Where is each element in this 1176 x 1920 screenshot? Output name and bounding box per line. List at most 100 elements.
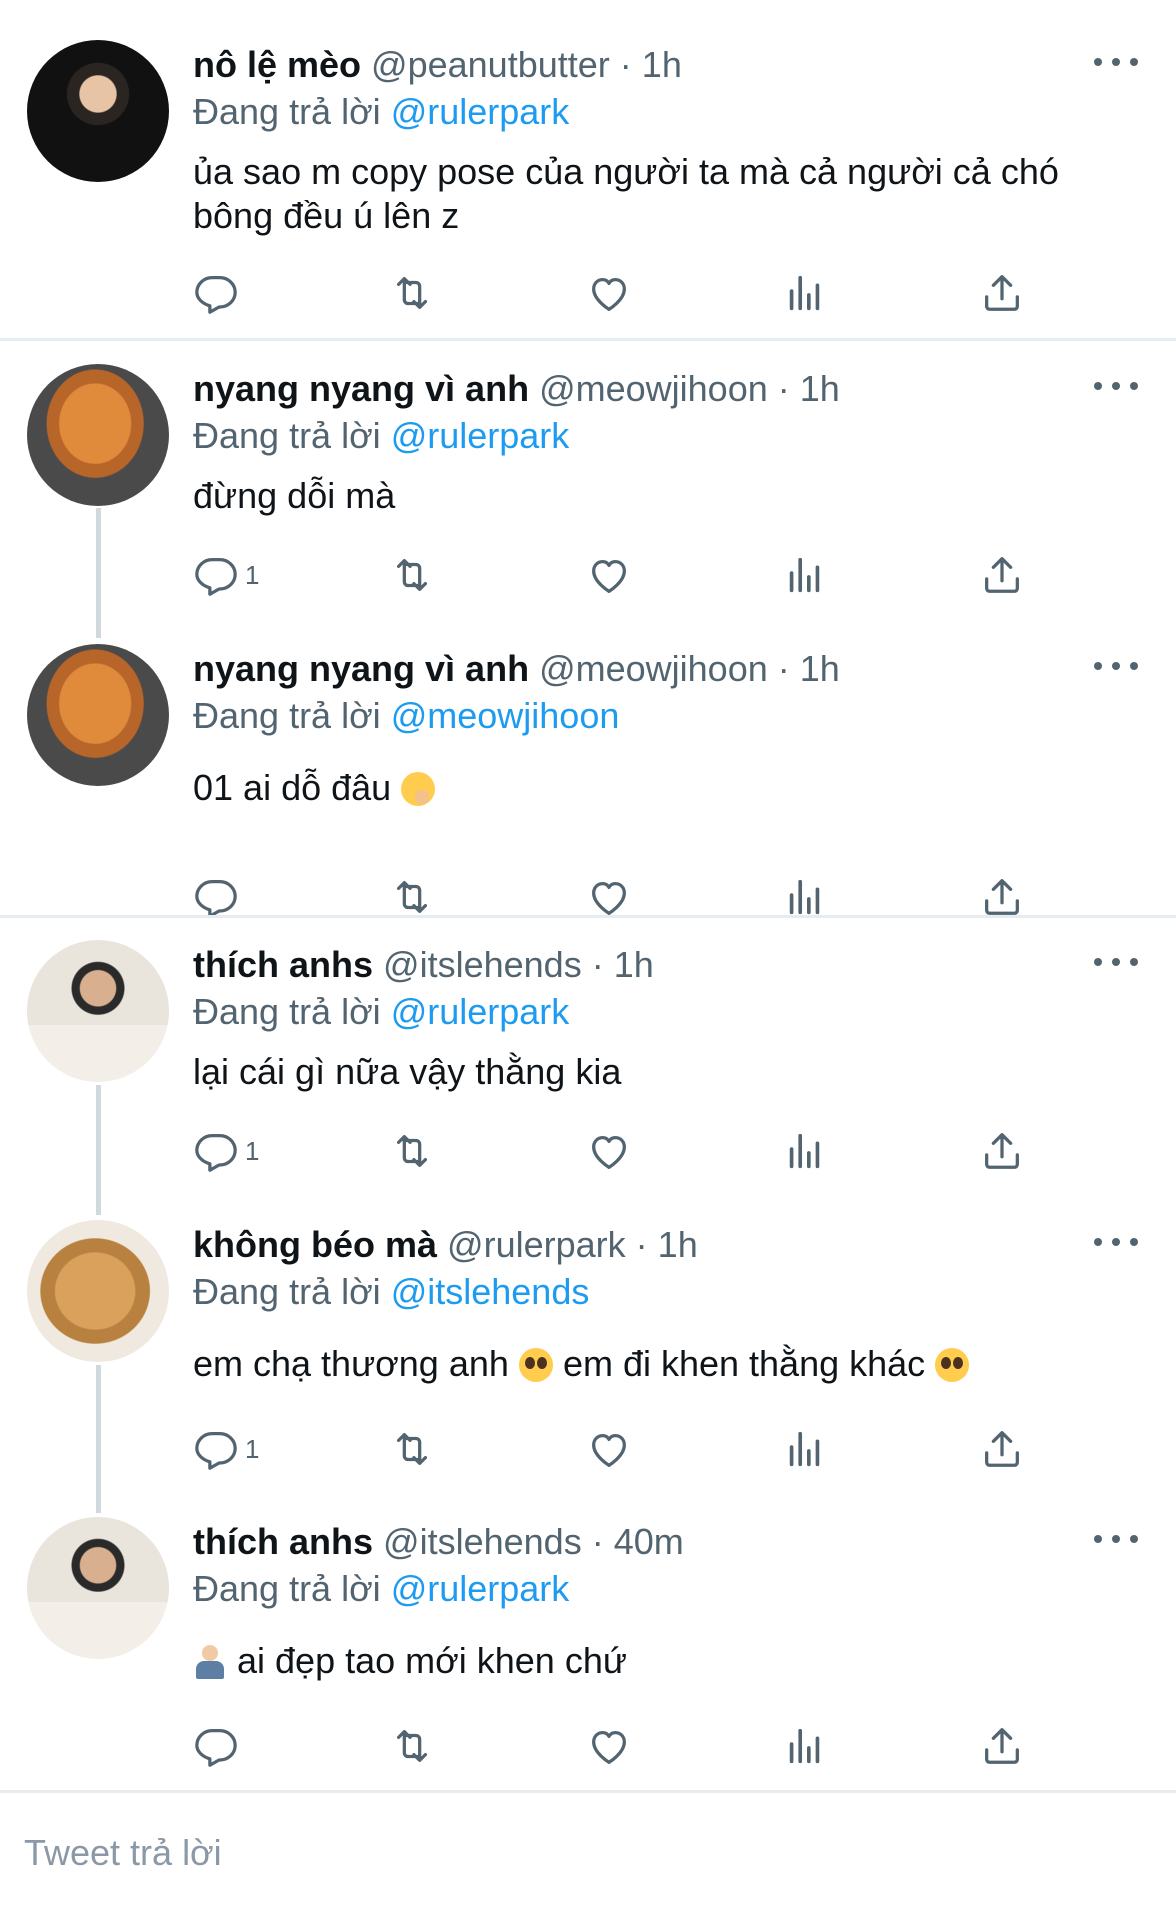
handle[interactable]: @meowjihoon (539, 368, 768, 409)
like-button[interactable] (586, 1126, 632, 1176)
timestamp[interactable]: 1h (658, 1224, 698, 1265)
tweet-text: 01 ai dỗ đâu (193, 766, 1123, 810)
retweet-button[interactable] (389, 1424, 435, 1474)
orange-cat-avatar[interactable] (27, 644, 169, 786)
reply-icon (193, 1426, 239, 1472)
timestamp[interactable]: 1h (642, 44, 682, 85)
analytics-button[interactable] (782, 1424, 828, 1474)
replying-to: Đang trả lời @rulerpark (193, 991, 570, 1032)
more-icon[interactable] (1094, 952, 1138, 972)
handle[interactable]: @rulerpark (447, 1224, 626, 1265)
like-button[interactable] (586, 268, 632, 318)
analytics-icon (782, 1128, 828, 1174)
person-shrugging-emoji (193, 1645, 227, 1679)
action-bar (193, 268, 1053, 318)
timestamp[interactable]: 1h (614, 944, 654, 985)
face-with-hand-over-mouth-emoji (401, 772, 436, 806)
timestamp[interactable]: 1h (800, 368, 840, 409)
more-icon[interactable] (1094, 376, 1138, 396)
retweet-button[interactable] (389, 1126, 435, 1176)
retweet-icon (389, 1426, 435, 1472)
tweet[interactable]: thích anhs @itslehends · 40m Đang trả lờ… (0, 1517, 1176, 1797)
reply-icon (193, 552, 239, 598)
tweet-header: thích anhs @itslehends · 1h (193, 940, 654, 990)
divider (0, 338, 1176, 341)
mention-link[interactable]: @rulerpark (391, 415, 570, 456)
divider (0, 1790, 1176, 1793)
analytics-icon (782, 270, 828, 316)
display-name[interactable]: thích anhs (193, 944, 373, 985)
share-icon (979, 552, 1025, 598)
more-icon[interactable] (1094, 1232, 1138, 1252)
share-button[interactable] (979, 268, 1025, 318)
like-icon (586, 552, 632, 598)
reply-count: 1 (245, 1433, 260, 1464)
tweet-text: đừng dỗi mà (193, 475, 396, 516)
tweet[interactable]: không béo mà @rulerpark · 1h Đang trả lờ… (0, 1220, 1176, 1500)
reply-icon (193, 1723, 239, 1769)
orange-cat-avatar[interactable] (27, 364, 169, 506)
display-name[interactable]: không béo mà (193, 1224, 437, 1265)
pleading-face-emoji (518, 1348, 553, 1382)
heart-hands-avatar[interactable] (27, 1517, 169, 1659)
more-icon[interactable] (1094, 52, 1138, 72)
mention-link[interactable]: @rulerpark (391, 1568, 570, 1609)
heart-hands-avatar[interactable] (27, 940, 169, 1082)
action-bar (193, 1721, 1053, 1771)
reply-button[interactable] (193, 1721, 245, 1771)
like-button[interactable] (586, 550, 632, 600)
share-button[interactable] (979, 1721, 1025, 1771)
reply-count: 1 (245, 559, 260, 590)
retweet-button[interactable] (389, 550, 435, 600)
display-name[interactable]: nyang nyang vì anh (193, 648, 529, 689)
like-button[interactable] (586, 1721, 632, 1771)
display-name[interactable]: thích anhs (193, 1521, 373, 1562)
handle[interactable]: @itslehends (383, 944, 582, 985)
user-photo-avatar[interactable] (27, 40, 169, 182)
reply-button[interactable]: 1 (193, 1126, 259, 1176)
separator: · (591, 944, 604, 985)
share-icon (979, 1723, 1025, 1769)
analytics-icon (782, 1723, 828, 1769)
analytics-button[interactable] (782, 550, 828, 600)
handle[interactable]: @meowjihoon (539, 648, 768, 689)
retweet-button[interactable] (389, 1721, 435, 1771)
analytics-button[interactable] (782, 1721, 828, 1771)
retweet-button[interactable] (389, 268, 435, 318)
analytics-button[interactable] (782, 1126, 828, 1176)
display-name[interactable]: nyang nyang vì anh (193, 368, 529, 409)
mention-link[interactable]: @itslehends (391, 1271, 590, 1312)
crying-dog-avatar[interactable] (27, 1220, 169, 1362)
more-icon[interactable] (1094, 1529, 1138, 1549)
tweet[interactable]: nyang nyang vì anh @meowjihoon · 1h Đang… (0, 364, 1176, 624)
tweet[interactable]: nyang nyang vì anh @meowjihoon · 1h Đang… (0, 644, 1176, 904)
tweet[interactable]: nô lệ mèo @peanutbutter · 1h Đang trả lờ… (0, 40, 1176, 320)
mention-link[interactable]: @rulerpark (391, 91, 570, 132)
analytics-button[interactable] (782, 268, 828, 318)
timestamp[interactable]: 40m (614, 1521, 684, 1562)
share-icon (979, 270, 1025, 316)
reply-button[interactable] (193, 268, 245, 318)
more-icon[interactable] (1094, 656, 1138, 676)
mention-link[interactable]: @rulerpark (391, 991, 570, 1032)
reply-compose-input[interactable]: Tweet trả lời (24, 1832, 222, 1874)
like-button[interactable] (586, 1424, 632, 1474)
pleading-face-emoji (935, 1348, 970, 1382)
share-button[interactable] (979, 550, 1025, 600)
handle[interactable]: @peanutbutter (371, 44, 610, 85)
analytics-icon (782, 874, 828, 920)
share-button[interactable] (979, 1126, 1025, 1176)
handle[interactable]: @itslehends (383, 1521, 582, 1562)
reply-icon (193, 874, 239, 920)
timestamp[interactable]: 1h (800, 648, 840, 689)
display-name[interactable]: nô lệ mèo (193, 44, 361, 85)
reply-button[interactable]: 1 (193, 1424, 259, 1474)
tweet[interactable]: thích anhs @itslehends · 1h Đang trả lời… (0, 940, 1176, 1200)
share-icon (979, 874, 1025, 920)
analytics-icon (782, 552, 828, 598)
tweet-header: nô lệ mèo @peanutbutter · 1h (193, 40, 682, 90)
separator: · (635, 1224, 648, 1265)
share-button[interactable] (979, 1424, 1025, 1474)
reply-button[interactable]: 1 (193, 550, 259, 600)
mention-link[interactable]: @meowjihoon (391, 695, 620, 736)
